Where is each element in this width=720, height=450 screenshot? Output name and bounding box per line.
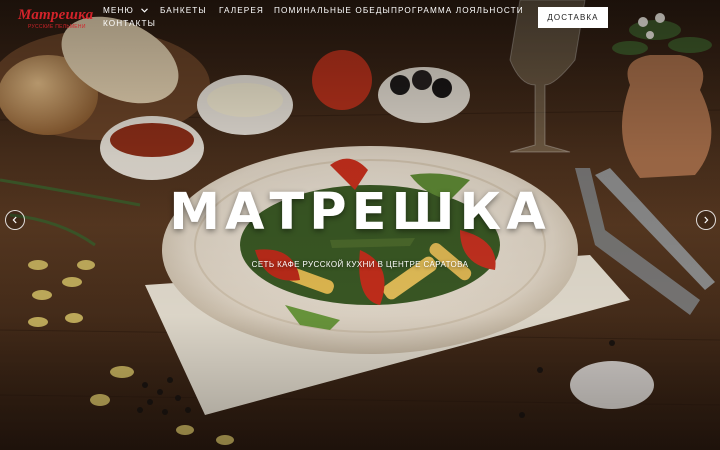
slider-next-button[interactable] [696,210,716,230]
nav-item-label: ГАЛЕРЕЯ [219,6,264,15]
chevron-left-icon [11,211,19,229]
hero-subtitle: СЕТЬ КАФЕ РУССКОЙ КУХНИ В ЦЕНТРЕ САРАТОВ… [251,260,469,269]
brand-logo[interactable]: Матрешка РУССКИЕ ПЕЛЬМЕНИ [18,7,94,31]
nav-item-label: МЕНЮ [103,6,134,15]
nav-item-loyalty-program[interactable]: ПРОГРАММА ЛОЯЛЬНОСТИ [391,6,524,15]
nav-item-label: ПРОГРАММА ЛОЯЛЬНОСТИ [391,6,524,15]
nav-item-gallery[interactable]: ГАЛЕРЕЯ [219,6,264,15]
nav-item-label: БАНКЕТЫ [160,6,207,15]
slider-prev-button[interactable] [5,210,25,230]
hero-title: МАТРЕШКА [169,183,551,242]
nav-item-menu[interactable]: МЕНЮ [103,6,149,15]
chevron-right-icon [702,211,710,229]
nav-item-contacts[interactable]: КОНТАКТЫ [103,19,156,28]
nav-item-label: ПОМИНАЛЬНЫЕ ОБЕДЫ [274,6,391,15]
nav-item-memorial-dinners[interactable]: ПОМИНАЛЬНЫЕ ОБЕДЫ [274,6,391,15]
delivery-button[interactable]: ДОСТАВКА [538,7,608,28]
nav-item-banquets[interactable]: БАНКЕТЫ [160,6,207,15]
logo-tagline: РУССКИЕ ПЕЛЬМЕНИ [28,24,86,30]
logo-wordmark: Матрешка [18,7,94,23]
nav-item-label: КОНТАКТЫ [103,19,156,28]
chevron-down-icon [141,8,149,15]
